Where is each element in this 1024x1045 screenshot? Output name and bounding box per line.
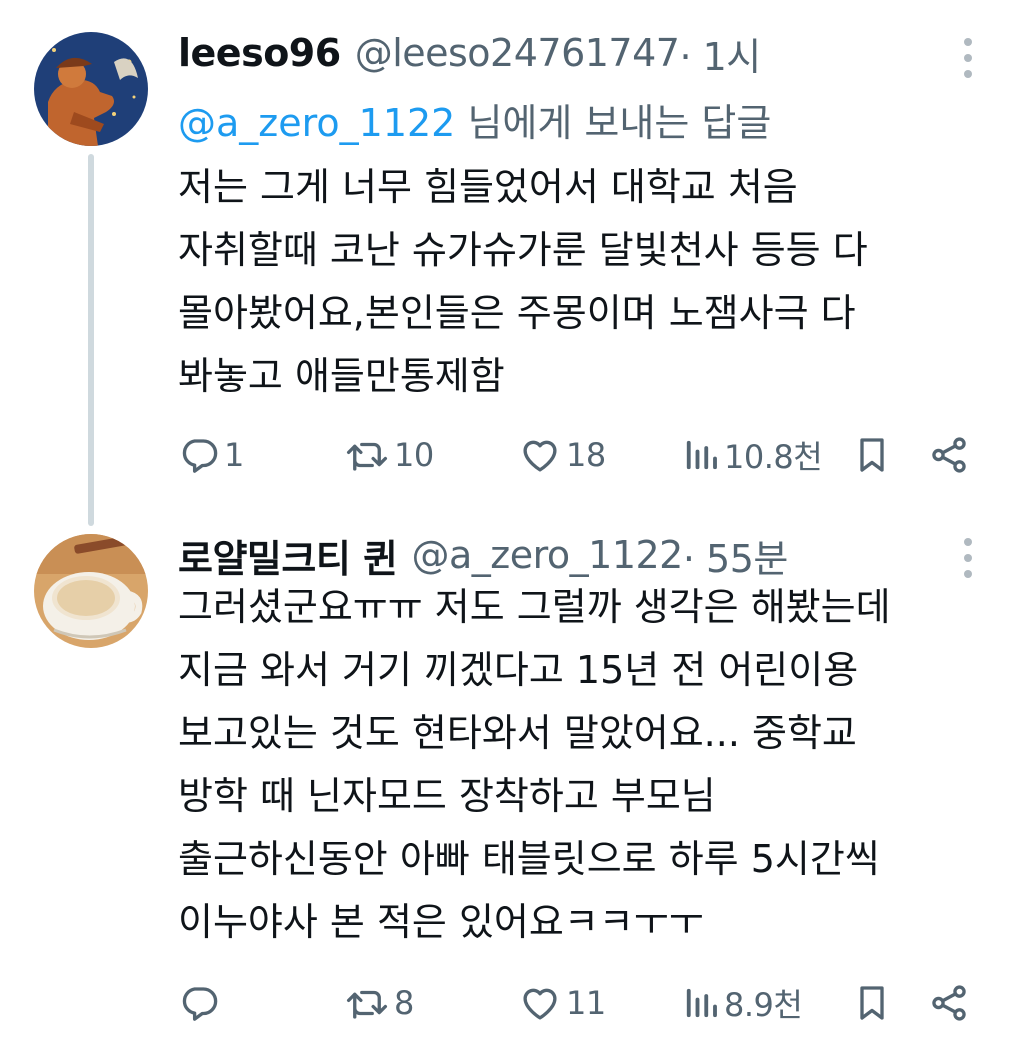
more-icon[interactable] (958, 38, 978, 78)
tweet-text-line: 지금 와서 거기 끼겠다고 15년 전 어린이용 (178, 648, 859, 692)
tweet-text-line: 방학 때 닌자모드 장착하고 부모님 (178, 774, 716, 818)
tweet-header: leeso96 @leeso24761747 · 1시 (178, 26, 761, 81)
retweet-button[interactable]: 10 (344, 430, 434, 480)
avatar[interactable] (34, 534, 148, 648)
share-button[interactable] (928, 430, 970, 480)
reply-icon (178, 434, 220, 476)
mention-link[interactable]: @a_zero_1122 (178, 101, 455, 145)
tweet-text-line: 자취할때 코난 슈가슈가룬 달빛천사 등등 다 (178, 228, 868, 272)
reply-icon (178, 982, 220, 1024)
bookmark-icon (852, 982, 892, 1024)
bookmark-icon (852, 434, 892, 476)
thread-line (88, 154, 94, 526)
tweet-text-line: 보고있는 것도 현타와서 말았어요... 중학교 (178, 711, 857, 755)
like-count: 18 (566, 436, 606, 474)
like-icon (518, 982, 562, 1024)
tweet-header: 로얄밀크티 퀸 @a_zero_1122 · 55분 (178, 528, 788, 583)
timestamp[interactable]: · 1시 (679, 26, 761, 81)
retweet-icon (344, 982, 390, 1024)
view-count: 8.9천 (724, 986, 803, 1024)
reply-button[interactable]: 1 (178, 430, 244, 480)
display-name[interactable]: leeso96 (178, 31, 341, 75)
tweet-text-line: 몰아봤어요,본인들은 주몽이며 노잼사극 다 (178, 291, 856, 335)
share-icon (928, 982, 970, 1024)
reply-button[interactable] (178, 978, 224, 1028)
retweet-button[interactable]: 8 (344, 978, 414, 1028)
retweet-icon (344, 434, 390, 476)
user-handle[interactable]: @a_zero_1122 (412, 533, 684, 577)
views-button[interactable]: 10.8천 (682, 430, 823, 480)
retweet-count: 10 (394, 436, 434, 474)
tweet-text-line: 봐놓고 애들만통제함 (178, 354, 505, 398)
like-icon (518, 434, 562, 476)
like-button[interactable]: 18 (518, 430, 606, 480)
share-icon (928, 434, 970, 476)
tweet-a_zero_1122[interactable]: 로얄밀크티 퀸 @a_zero_1122 · 55분 그러셨군요ㅠㅠ 저도 그럴… (0, 520, 1024, 1045)
replying-to: @a_zero_1122 님에게 보내는 답글 (178, 92, 771, 147)
share-button[interactable] (928, 978, 970, 1028)
tweet-text: 그러셨군요ㅠㅠ 저도 그럴까 생각은 해봤는데 지금 와서 거기 끼겠다고 15… (178, 576, 891, 954)
bookmark-button[interactable] (852, 978, 892, 1028)
user-handle[interactable]: @leeso24761747 (355, 31, 680, 75)
action-bar: 8 11 8.9천 (178, 978, 978, 1028)
views-icon (682, 982, 720, 1024)
tweet-text-line: 이누야사 본 적은 있어요ㅋㅋㅜㅜ (178, 900, 704, 944)
avatar[interactable] (34, 32, 148, 146)
timestamp[interactable]: · 55분 (683, 528, 788, 583)
tweet-text-line: 저는 그게 너무 힘들었어서 대학교 처음 (178, 165, 798, 209)
tweet-leeso96[interactable]: leeso96 @leeso24761747 · 1시 @a_zero_1122… (0, 0, 1024, 526)
more-icon[interactable] (958, 538, 978, 578)
views-button[interactable]: 8.9천 (682, 978, 803, 1028)
replying-suffix: 님에게 보내는 답글 (455, 101, 772, 145)
display-name[interactable]: 로얄밀크티 퀸 (178, 528, 398, 583)
action-bar: 1 10 18 10.8천 (178, 430, 978, 480)
tweet-text-line: 그러셨군요ㅠㅠ 저도 그럴까 생각은 해봤는데 (178, 585, 891, 629)
view-count: 10.8천 (724, 438, 823, 476)
reply-count: 1 (224, 436, 244, 474)
retweet-count: 8 (394, 984, 414, 1022)
like-button[interactable]: 11 (518, 978, 606, 1028)
tweet-text-line: 출근하신동안 아빠 태블릿으로 하루 5시간씩 (178, 837, 880, 881)
views-icon (682, 434, 720, 476)
tweet-text: 저는 그게 너무 힘들었어서 대학교 처음 자취할때 코난 슈가슈가룬 달빛천사… (178, 156, 868, 408)
like-count: 11 (566, 984, 606, 1022)
bookmark-button[interactable] (852, 430, 892, 480)
